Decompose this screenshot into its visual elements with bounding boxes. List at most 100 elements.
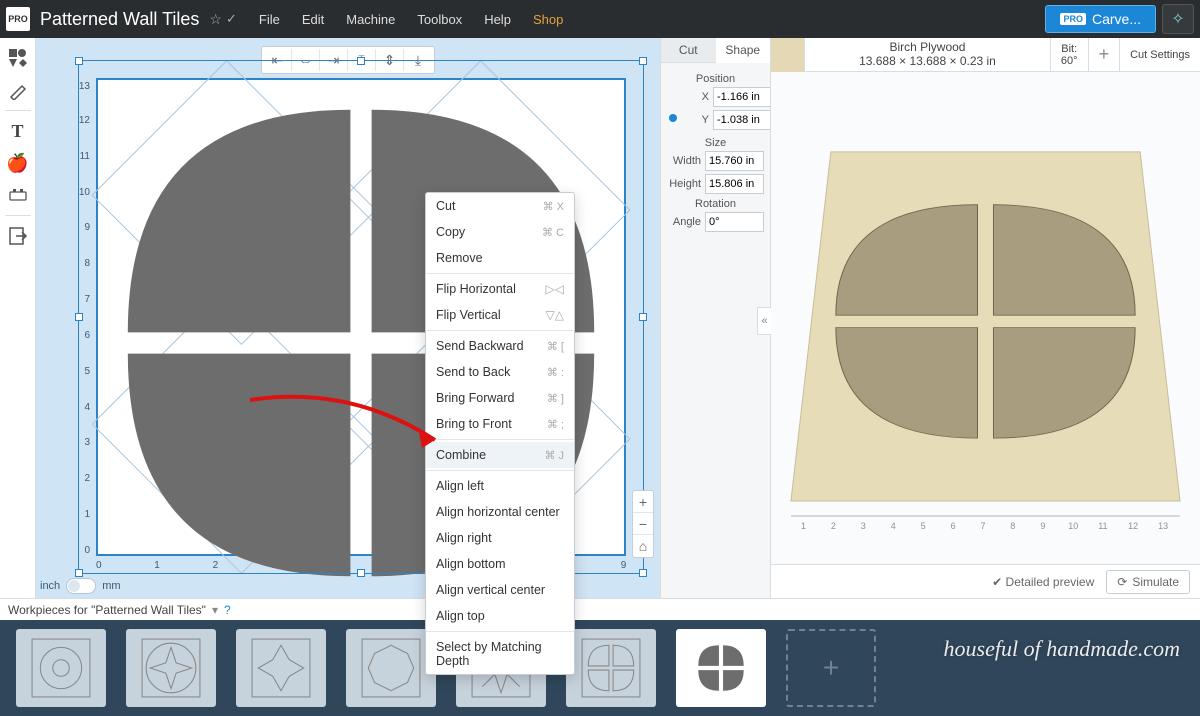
svg-text:1: 1: [801, 521, 806, 531]
ctx-flip-h[interactable]: Flip Horizontal▷◁: [426, 276, 574, 302]
svg-text:11: 11: [1098, 521, 1107, 531]
carve-label: Carve...: [1092, 11, 1141, 27]
carve-button[interactable]: PRO Carve...: [1045, 5, 1156, 33]
angle-input[interactable]: [705, 212, 764, 232]
collapse-preview-button[interactable]: «: [757, 307, 771, 335]
import-tool[interactable]: [4, 222, 32, 250]
tab-cut[interactable]: Cut: [661, 38, 716, 63]
svg-text:12: 12: [1128, 521, 1138, 531]
ctx-align-right[interactable]: Align right: [426, 525, 574, 551]
refresh-icon: ⟳: [1117, 575, 1127, 589]
workpiece-tile[interactable]: [16, 629, 106, 707]
preview-render: 123 456 789 101112 13: [771, 72, 1200, 561]
ctx-align-top[interactable]: Align top: [426, 603, 574, 629]
ctx-send-back[interactable]: Send to Back⌘ :: [426, 359, 574, 385]
svg-text:7: 7: [981, 521, 986, 531]
text-tool[interactable]: T: [4, 117, 32, 145]
simulate-button[interactable]: ⟳Simulate: [1106, 570, 1190, 594]
preview-pane: « Birch Plywood 13.688 × 13.688 × 0.23 i…: [770, 38, 1200, 598]
ctx-align-bottom[interactable]: Align bottom: [426, 551, 574, 577]
align-bottom-button[interactable]: ⤓: [404, 49, 432, 71]
pro-badge: PRO: [1060, 13, 1086, 25]
material-swatch[interactable]: [771, 38, 805, 72]
unit-switch[interactable]: [66, 578, 96, 594]
width-input[interactable]: [705, 151, 764, 171]
align-hcenter-button[interactable]: ⇔: [292, 49, 320, 71]
menu-shop[interactable]: Shop: [533, 12, 563, 27]
view-toggle-button[interactable]: ✧: [1162, 4, 1194, 34]
sect-rotation: Rotation: [667, 198, 764, 210]
menu-edit[interactable]: Edit: [302, 12, 324, 27]
preview-3d[interactable]: 123 456 789 101112 13: [771, 72, 1200, 564]
ctx-remove[interactable]: Remove: [426, 245, 574, 271]
menu-toolbox[interactable]: Toolbox: [417, 12, 462, 27]
menu-file[interactable]: File: [259, 12, 280, 27]
svg-text:3: 3: [861, 521, 866, 531]
sect-position: Position: [667, 73, 764, 85]
svg-text:9: 9: [1040, 521, 1045, 531]
detailed-preview-toggle[interactable]: ✔ Detailed preview: [992, 575, 1094, 589]
ctx-bring-front[interactable]: Bring to Front⌘ ;: [426, 411, 574, 437]
workpiece-tile[interactable]: [126, 629, 216, 707]
svg-text:10: 10: [1068, 521, 1078, 531]
zoom-home-button[interactable]: ⌂: [633, 535, 653, 557]
align-toolbar: ⇤ ⇔ ⇥ ⤒ ⇕ ⤓: [261, 46, 435, 74]
align-right-button[interactable]: ⇥: [320, 49, 348, 71]
ctx-flip-v[interactable]: Flip Vertical▽△: [426, 302, 574, 328]
zoom-in-button[interactable]: +: [633, 491, 653, 513]
saved-check-icon: ✓: [226, 11, 237, 27]
svg-text:2: 2: [831, 521, 836, 531]
crosshair-icon: ✧: [1171, 9, 1184, 29]
align-left-button[interactable]: ⇤: [264, 49, 292, 71]
ctx-bring-forward[interactable]: Bring Forward⌘ ]: [426, 385, 574, 411]
menu-help[interactable]: Help: [484, 12, 511, 27]
lego-tool[interactable]: [4, 181, 32, 209]
workpiece-tile-active[interactable]: [676, 629, 766, 707]
menubar: File Edit Machine Toolbox Help Shop: [259, 12, 563, 27]
material-info[interactable]: Birch Plywood 13.688 × 13.688 × 0.23 in: [805, 41, 1050, 69]
ctx-align-vcenter[interactable]: Align vertical center: [426, 577, 574, 603]
workpiece-tile[interactable]: [566, 629, 656, 707]
ctx-send-backward[interactable]: Send Backward⌘ [: [426, 333, 574, 359]
zoom-out-button[interactable]: −: [633, 513, 653, 535]
titlebar: PRO Patterned Wall Tiles ☆ ✓ File Edit M…: [0, 0, 1200, 38]
star-icon[interactable]: ☆: [209, 11, 222, 28]
sect-size: Size: [667, 137, 764, 149]
flip-v-icon: ▽△: [546, 308, 564, 322]
ctx-combine[interactable]: Combine⌘ J: [426, 442, 574, 468]
workpiece-tile[interactable]: [236, 629, 326, 707]
align-vcenter-button[interactable]: ⇕: [376, 49, 404, 71]
ruler-vertical: 01 23 45 67 89 1011 1213: [72, 78, 92, 556]
ctx-select-matching[interactable]: Select by Matching Depth: [426, 634, 574, 674]
unit-inch: inch: [40, 580, 60, 592]
project-title: Patterned Wall Tiles: [40, 9, 199, 30]
svg-text:8: 8: [1010, 521, 1015, 531]
ctx-copy[interactable]: Copy⌘ C: [426, 219, 574, 245]
unit-toggle[interactable]: inch mm: [40, 578, 121, 594]
material-bar: Birch Plywood 13.688 × 13.688 × 0.23 in …: [771, 38, 1200, 72]
svg-text:13: 13: [1158, 521, 1168, 531]
bit-cell[interactable]: Bit:60°: [1050, 38, 1088, 72]
workpiece-add[interactable]: +: [786, 629, 876, 707]
svg-text:6: 6: [951, 521, 956, 531]
workpiece-tile[interactable]: [346, 629, 436, 707]
flip-h-icon: ▷◁: [546, 282, 564, 296]
ctx-align-hcenter[interactable]: Align horizontal center: [426, 499, 574, 525]
menu-machine[interactable]: Machine: [346, 12, 395, 27]
align-top-button[interactable]: ⤒: [348, 49, 376, 71]
height-input[interactable]: [705, 174, 764, 194]
add-bit-button[interactable]: +: [1088, 38, 1120, 72]
zoom-controls: + − ⌂: [632, 490, 654, 558]
cut-settings-button[interactable]: Cut Settings: [1119, 38, 1200, 72]
pen-tool[interactable]: [4, 76, 32, 104]
properties-panel: Cut Shape Position X Y Size Width Height…: [660, 38, 770, 598]
ctx-align-left[interactable]: Align left: [426, 473, 574, 499]
preview-footer: ✔ Detailed preview ⟳Simulate: [771, 564, 1200, 598]
tab-shape[interactable]: Shape: [716, 38, 771, 63]
shapes-tool[interactable]: [4, 44, 32, 72]
apps-tool[interactable]: 🍎: [4, 149, 32, 177]
app-logo: PRO: [6, 7, 30, 31]
context-menu: Cut⌘ X Copy⌘ C Remove Flip Horizontal▷◁ …: [425, 192, 575, 675]
svg-text:4: 4: [891, 521, 896, 531]
ctx-cut[interactable]: Cut⌘ X: [426, 193, 574, 219]
